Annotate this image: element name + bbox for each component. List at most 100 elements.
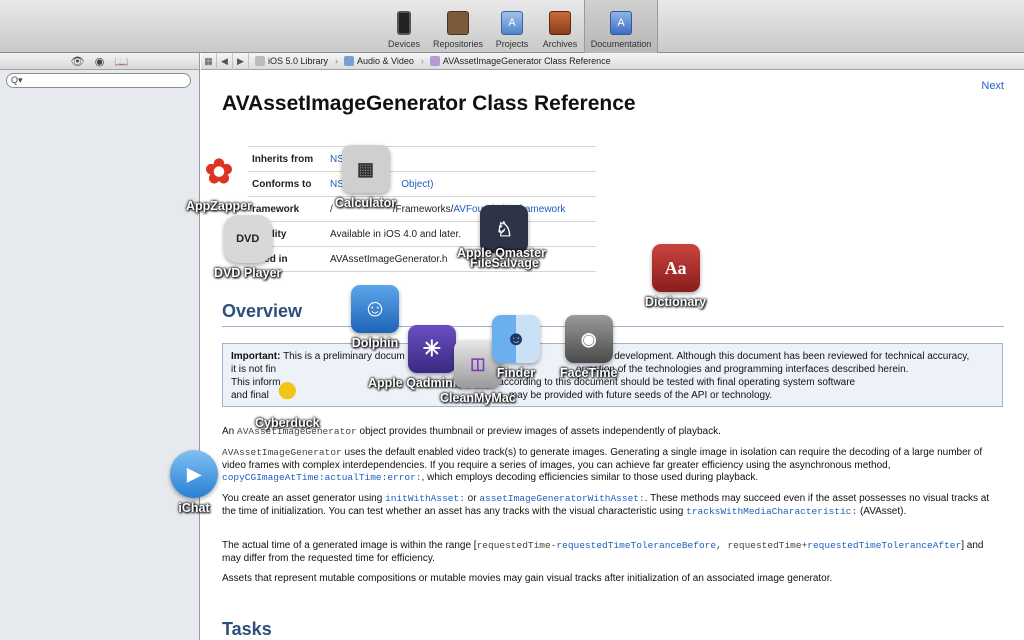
tab-label: Documentation: [590, 39, 652, 49]
tab-label: Archives: [542, 39, 578, 49]
text: The actual time of a generated image is …: [222, 540, 477, 551]
code-text: requestedTime-: [476, 540, 557, 551]
jump-bar: ▦ ◀ ▶ iOS 5.0 Library › Audio & Video › …: [201, 52, 1024, 70]
iphone-icon: [397, 11, 411, 35]
paragraph: An AVAssetImageGenerator object provides…: [222, 426, 1004, 439]
app-calculator[interactable]: ▦ Calculator: [335, 145, 396, 210]
repository-icon: [447, 11, 469, 35]
app-ichat[interactable]: ▶ iChat: [170, 450, 218, 515]
property-link[interactable]: requestedTimeToleranceAfter: [807, 540, 961, 551]
text: or: [464, 493, 480, 504]
app-label: DVD Player: [214, 266, 282, 280]
method-link[interactable]: assetImageGeneratorWithAsset:: [479, 493, 644, 504]
chevron-right-icon: ›: [420, 56, 424, 66]
method-link[interactable]: initWithAsset:: [385, 493, 465, 504]
toolbar-tabs: Devices Repositories A Projects Archives…: [380, 0, 658, 53]
xcode-organizer-window: Devices Repositories A Projects Archives…: [0, 0, 1024, 640]
eye-icon[interactable]: 👁: [70, 55, 86, 68]
page-title: AVAssetImageGenerator Class Reference: [222, 92, 636, 115]
app-finder[interactable]: ☻ Finder: [492, 315, 540, 380]
breadcrumb-library[interactable]: iOS 5.0 Library ›: [255, 56, 338, 66]
paragraph: The actual time of a generated image is …: [222, 540, 1004, 565]
documentation-icon: A: [610, 11, 632, 35]
appzapper-icon: ✿: [204, 153, 234, 191]
breadcrumb-section[interactable]: Audio & Video ›: [344, 56, 424, 66]
app-label: AppZapper: [186, 199, 252, 213]
app-cyberduck[interactable]: ● Cyberduck: [255, 365, 320, 431]
tab-devices[interactable]: Devices: [380, 0, 428, 53]
tab-archives[interactable]: Archives: [536, 0, 584, 53]
method-link[interactable]: tracksWithMediaCharacteristic:: [686, 506, 857, 517]
class-doc-icon: [429, 56, 440, 66]
facetime-camera-icon: ◉: [564, 315, 613, 363]
text: , which employs decoding efficiencies si…: [421, 472, 759, 483]
app-label: iChat: [178, 501, 210, 515]
breadcrumb-label: AVAssetImageGenerator Class Reference: [442, 56, 611, 66]
app-label: Dictionary: [645, 295, 707, 309]
notice-label: Important:: [231, 351, 281, 362]
table-row: Conforms to NSObObject): [248, 171, 596, 197]
forward-arrow-icon[interactable]: ▶: [233, 52, 249, 70]
breadcrumb-document[interactable]: AVAssetImageGenerator Class Reference: [429, 56, 611, 66]
archive-box-icon: [549, 11, 571, 35]
text: object provides thumbnail or preview ima…: [356, 426, 721, 437]
breadcrumb-label: Audio & Video: [357, 56, 414, 66]
ichat-bubble-icon: ▶: [170, 450, 218, 498]
app-label: Calculator: [335, 196, 397, 210]
paragraph: You create an asset generator using init…: [222, 493, 1004, 518]
app-facetime[interactable]: ◉ FaceTime: [560, 315, 617, 380]
paragraph: AVAssetImageGenerator uses the default e…: [222, 447, 1004, 485]
app-appzapper[interactable]: ✿ AppZapper: [186, 148, 252, 213]
info-key: Inherits from: [248, 146, 330, 172]
folder-icon: [344, 56, 355, 66]
tasks-heading: Tasks: [222, 619, 272, 639]
chevron-right-icon: ›: [335, 56, 339, 66]
protocol-link[interactable]: Object): [401, 179, 433, 190]
framework-path: /Frameworks/: [392, 203, 454, 215]
breadcrumb-label: iOS 5.0 Library: [268, 56, 329, 66]
tab-repositories[interactable]: Repositories: [428, 0, 488, 53]
app-label: Cyberduck: [255, 416, 320, 430]
app-dvd-player[interactable]: DVD DVD Player: [214, 215, 281, 280]
app-dictionary[interactable]: Aa Dictionary: [645, 244, 706, 309]
notice-line: and final may be provided with future see…: [231, 389, 994, 402]
text: You create an asset generator using: [222, 493, 386, 504]
app-label: CleanMyMac: [440, 391, 516, 405]
notice-text: ormation of the technologies and program…: [576, 364, 909, 375]
app-label: FaceTime: [560, 366, 618, 380]
code-text: AVAssetImageGenerator: [222, 447, 342, 458]
notice-text: ogy in development. Although this docume…: [584, 351, 970, 362]
app-filesalvage[interactable]: ♘ FileSalvage: [470, 205, 539, 270]
dvd-icon: DVD: [223, 215, 272, 263]
paragraph: Assets that represent mutable compositio…: [222, 573, 833, 584]
back-arrow-icon[interactable]: ◀: [217, 52, 233, 70]
book-icon[interactable]: 📖: [114, 55, 130, 68]
search-navigator-icon[interactable]: ◉: [92, 55, 108, 68]
tab-projects[interactable]: A Projects: [488, 0, 536, 53]
calculator-icon: ▦: [341, 145, 390, 193]
app-apple-qmaster[interactable]: Apple Qmaster: [457, 243, 546, 260]
navigator-tabs: 👁 ◉ 📖: [0, 53, 199, 70]
notice-text: may be provided with future seeds of the…: [508, 390, 773, 401]
tab-label: Projects: [495, 39, 529, 49]
tab-label: Devices: [387, 39, 420, 49]
app-label: Finder: [496, 366, 536, 380]
next-link[interactable]: Next: [981, 80, 1004, 92]
text: (AVAsset).: [857, 505, 907, 517]
overview-heading: Overview: [222, 301, 303, 321]
table-row: ramework //Frameworks/AVFoundation.frame…: [248, 196, 596, 222]
project-icon: A: [501, 11, 523, 35]
tab-documentation[interactable]: A Documentation: [584, 0, 658, 53]
table-row: Inherits from NSOb: [248, 146, 596, 172]
text: An: [222, 426, 238, 437]
code-text: , requestedTime+: [716, 540, 808, 551]
method-link[interactable]: copyCGImageAtTime:actualTime:error:: [222, 472, 422, 483]
property-link[interactable]: requestedTimeToleranceBefore: [556, 540, 716, 551]
library-icon: [255, 56, 265, 66]
framework-path: /: [330, 203, 333, 215]
search-input[interactable]: Q▾: [6, 73, 191, 88]
grid-icon[interactable]: ▦: [201, 52, 217, 70]
app-label: Apple Qmaster: [457, 246, 546, 260]
duck-icon: ●: [275, 366, 300, 411]
organizer-toolbar: Devices Repositories A Projects Archives…: [0, 0, 1024, 53]
